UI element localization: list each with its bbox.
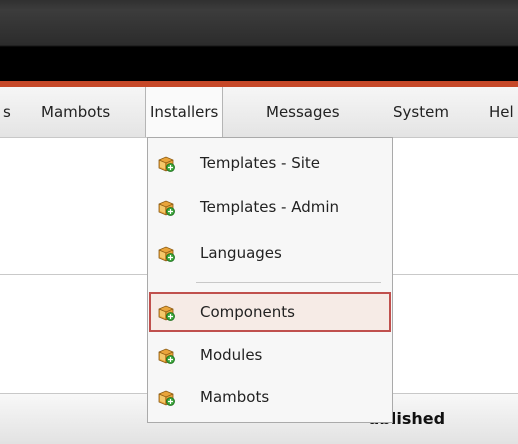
installer-box-icon — [157, 303, 175, 321]
menu-item-label: Components — [200, 303, 295, 321]
menu-item-label: Languages — [200, 244, 282, 262]
installer-box-icon — [157, 388, 175, 406]
menu-item-partial[interactable]: s — [3, 87, 11, 137]
menu-item-label: Templates - Site — [200, 154, 321, 172]
menu-item-mambots[interactable]: Mambots — [41, 87, 110, 137]
menu-item-modules[interactable]: Modules — [149, 335, 391, 375]
menu-item-mambots-installer[interactable]: Mambots — [149, 377, 391, 417]
menu-item-label: Modules — [200, 346, 263, 364]
main-menu-bar: s Mambots Installers Messages System Hel — [0, 87, 518, 138]
admin-header-bar — [0, 0, 518, 81]
menu-item-messages[interactable]: Messages — [266, 87, 340, 137]
menu-item-templates-admin[interactable]: Templates - Admin — [149, 187, 391, 227]
installer-box-icon — [157, 198, 175, 216]
menu-item-help[interactable]: Hel — [489, 87, 514, 137]
installer-box-icon — [157, 244, 175, 262]
installer-box-icon — [157, 346, 175, 364]
menu-item-components[interactable]: Components — [149, 292, 391, 332]
menu-item-system[interactable]: System — [393, 87, 449, 137]
menu-item-label: Mambots — [200, 388, 270, 406]
menu-item-languages[interactable]: Languages — [149, 233, 391, 273]
menu-item-installers[interactable]: Installers — [145, 87, 224, 137]
menu-separator — [196, 282, 381, 283]
installers-dropdown-menu: Templates - Site Templates - Admin Langu… — [147, 137, 393, 423]
menu-item-templates-site[interactable]: Templates - Site — [149, 143, 391, 183]
installer-box-icon — [157, 154, 175, 172]
menu-item-label: Templates - Admin — [200, 198, 340, 216]
